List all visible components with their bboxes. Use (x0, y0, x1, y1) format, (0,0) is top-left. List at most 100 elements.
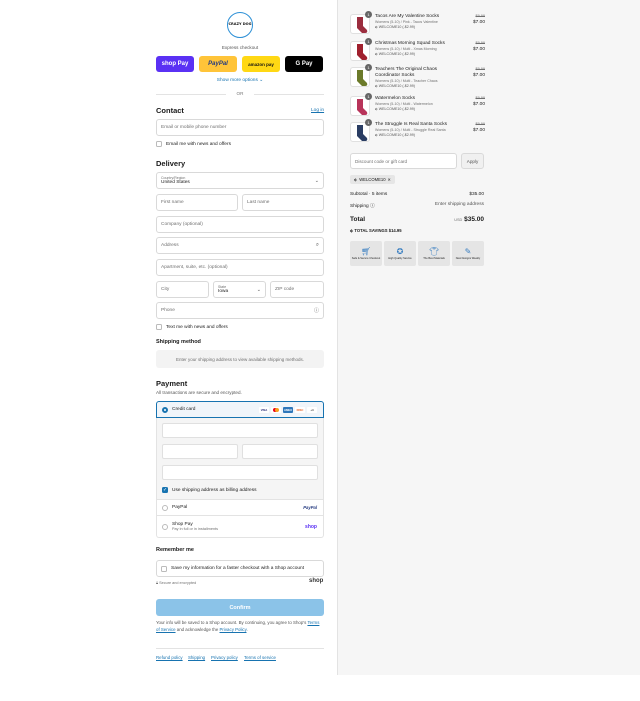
tag-icon: ⬖ (354, 177, 358, 182)
item-price: $7.00 (472, 128, 485, 133)
item-name: Watermelon Socks (375, 96, 416, 101)
item-original-price: $9.99 (475, 67, 485, 71)
badge-best-materials: 👕︎ The Best Materials (418, 241, 450, 266)
discover-icon: DISC (295, 406, 305, 413)
chevron-down-icon: ⌄ (314, 178, 319, 184)
company-field[interactable]: Company (optional) (156, 216, 324, 233)
total-row: Total USD $35.00 (350, 216, 484, 223)
or-divider: OR (236, 91, 244, 96)
badge-new-designs: ✎ New Designs Weekly (452, 241, 484, 266)
checkbox-box[interactable] (156, 141, 162, 147)
item-variant: Womens (5-10) / Multi - Teacher Chaos (375, 79, 438, 83)
more-cards-icon: +4 (307, 406, 317, 413)
shipping-notice: Enter your shipping address to view avai… (156, 350, 324, 368)
subtotal-row: Subtotal · 5 items $35.00 (350, 192, 484, 197)
radio-selected[interactable] (162, 406, 168, 413)
item-original-price: $9.99 (475, 122, 485, 126)
email-field[interactable]: Email or mobile phone number (156, 119, 324, 136)
item-discount: ⬖ WELCOME10 (-$2.99) (375, 133, 415, 137)
address-field[interactable]: Address ⌕ (156, 237, 324, 254)
legal-text: Your info will be saved to a Shop accoun… (156, 620, 320, 632)
design-icon: ✎ (464, 247, 472, 256)
quantity-badge: 1 (365, 93, 372, 100)
paypal-option[interactable]: PayPal PayPal (156, 500, 324, 516)
item-discount: ⬖ WELCOME10 (-$2.99) (375, 25, 415, 29)
amazon-pay-button[interactable]: amazon pay (242, 56, 280, 72)
item-original-price: $9.99 (475, 41, 485, 45)
text-news-checkbox[interactable]: Text me with news and offers (156, 324, 228, 330)
checkbox-checked[interactable]: ✓ (162, 487, 168, 493)
badge-quality-service: ✪ High Quality Service (384, 241, 416, 266)
payment-subtitle: All transactions are secure and encrypte… (156, 390, 242, 395)
state-select[interactable]: State Iowa ⌄ (213, 281, 266, 298)
privacy-link[interactable]: Privacy Policy (220, 627, 247, 632)
checkbox-box[interactable] (161, 565, 167, 572)
apartment-field[interactable]: Apartment, suite, etc. (optional) (156, 259, 324, 276)
expiry-field[interactable] (162, 444, 238, 459)
mastercard-icon (271, 406, 281, 413)
item-name: The Struggle Is Real Santa Socks (375, 122, 447, 127)
zip-field[interactable]: ZIP code (270, 281, 324, 298)
item-original-price: $9.99 (475, 14, 485, 18)
contact-heading: Contact (156, 106, 184, 115)
apply-button[interactable]: Apply (461, 153, 484, 169)
radio[interactable] (162, 504, 168, 511)
shop-logo: shop (305, 523, 317, 530)
paypal-logo: PayPal (303, 505, 317, 510)
item-name: Christmas Morning Squad Socks (375, 41, 445, 46)
paypal-button[interactable]: PayPal (199, 56, 237, 72)
item-price: $7.00 (472, 20, 485, 25)
item-price: $7.00 (472, 102, 485, 107)
chevron-down-icon: ⌄ (256, 287, 261, 293)
item-variant: Womens (5-10) / Multi - Xmas Morning (375, 47, 437, 51)
cart-item: 1 Christmas Morning Squad Socks Womens (5-… (350, 38, 485, 63)
shop-pay-button[interactable]: shop Pay (156, 56, 194, 72)
billing-same-checkbox[interactable]: ✓ Use shipping address as billing address (162, 487, 257, 493)
save-info-checkbox[interactable]: Save my information for a faster checkou… (156, 560, 324, 577)
city-field[interactable]: City (156, 281, 209, 298)
credit-card-option[interactable]: Credit card VISA AMEX DISC +4 (156, 401, 324, 418)
quality-icon: ✪ (396, 247, 404, 256)
payment-heading: Payment (156, 379, 188, 388)
shop-pay-option[interactable]: Shop Pay Pay in full or in installments … (156, 516, 324, 538)
item-price: $7.00 (472, 73, 485, 78)
last-name-field[interactable]: Last name (242, 194, 324, 211)
secure-label: 🔒︎ Secure and encrypted (156, 581, 197, 585)
item-variant: Womens (5-10) / Pink - Tacos Valentine (375, 20, 438, 24)
google-pay-button[interactable]: G Pay (285, 56, 323, 72)
confirm-button[interactable]: Confirm (156, 599, 324, 616)
item-price: $7.00 (472, 47, 485, 52)
email-news-checkbox[interactable]: Email me with news and offers (156, 141, 231, 147)
discount-code-field[interactable]: Discount code or gift card (350, 153, 457, 169)
card-number-field[interactable] (162, 423, 318, 438)
footer-shipping[interactable]: Shipping (188, 655, 205, 660)
login-link[interactable]: Log in (311, 108, 324, 113)
item-name: Teachers The Original Chaos Coordinator … (375, 67, 438, 78)
phone-field[interactable]: Phone ⓘ (156, 302, 324, 319)
shipping-method-heading: Shipping method (156, 339, 201, 345)
security-code-field[interactable] (242, 444, 318, 459)
country-select[interactable]: Country/Region United States ⌄ (156, 172, 324, 189)
quantity-badge: 1 (365, 119, 372, 126)
quantity-badge: 1 (365, 38, 372, 45)
express-checkout-label: Express checkout (221, 45, 259, 50)
visa-icon: VISA (259, 406, 269, 413)
help-icon[interactable]: ⓘ (314, 307, 319, 314)
item-discount: ⬖ WELCOME10 (-$2.99) (375, 107, 415, 111)
savings-row: ⬖ TOTAL SAVINGS $14.95 (350, 228, 402, 233)
first-name-field[interactable]: First name (156, 194, 238, 211)
footer-privacy-policy[interactable]: Privacy policy (211, 655, 238, 660)
footer-divider (156, 648, 324, 649)
applied-discount-tag: ⬖ WELCOME10 ✕ (350, 175, 396, 184)
brand-logo[interactable]: CRAZY DOG (227, 12, 253, 38)
name-on-card-field[interactable] (162, 465, 318, 480)
cart-item: 1 The Struggle Is Real Santa Socks Womens … (350, 119, 485, 144)
item-name: Tacos Are My Valentine Socks (375, 14, 440, 19)
remove-discount-icon[interactable]: ✕ (388, 177, 392, 182)
footer-terms[interactable]: Terms of service (244, 655, 276, 660)
footer-refund-policy[interactable]: Refund policy (156, 655, 183, 660)
checkbox-box[interactable] (156, 324, 162, 330)
radio[interactable] (162, 523, 168, 530)
show-more-options-link[interactable]: Show more options ⌄ (156, 78, 324, 83)
amex-icon: AMEX (283, 406, 293, 413)
